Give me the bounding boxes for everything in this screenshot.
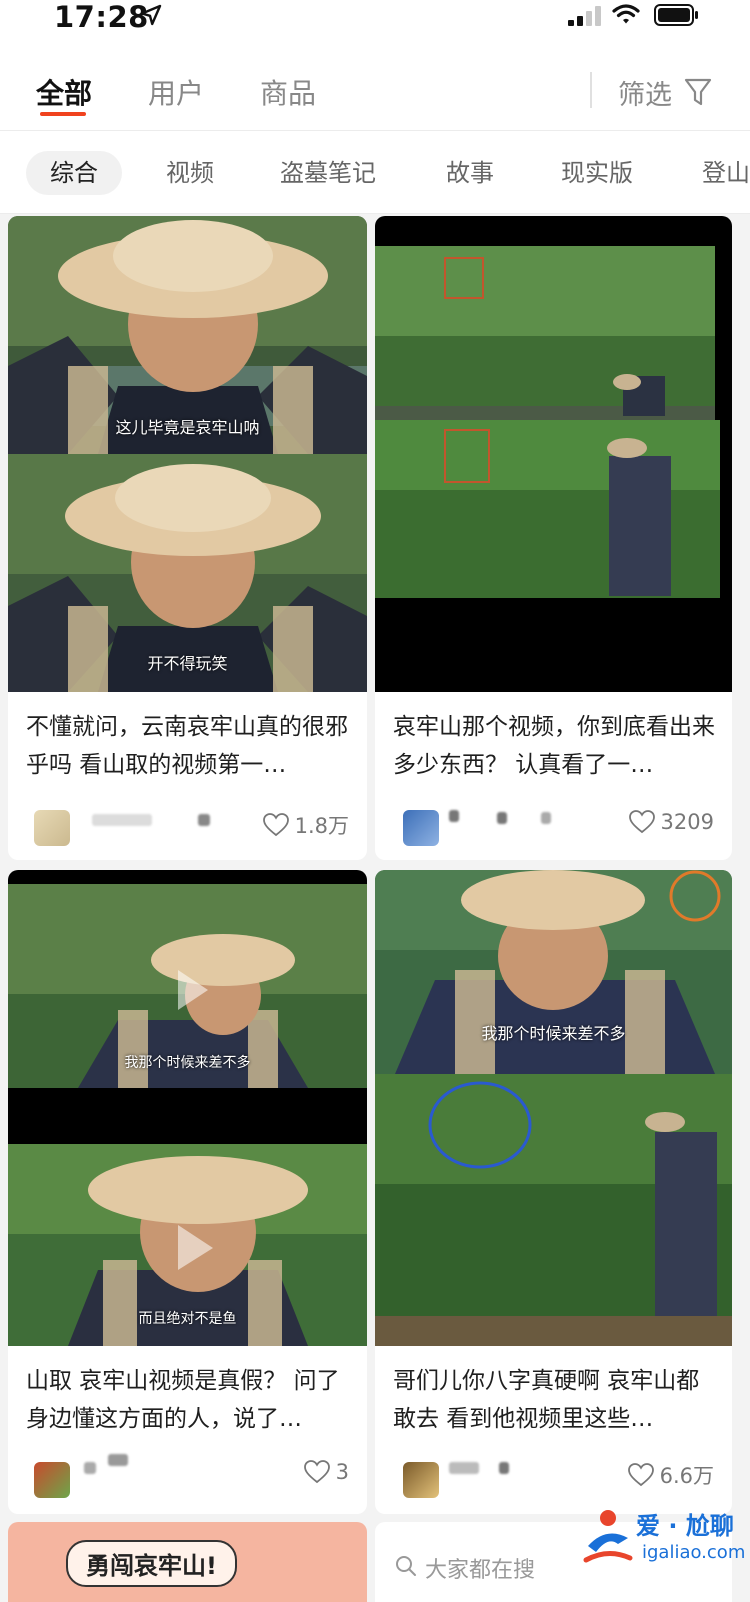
funnel-icon — [684, 78, 712, 106]
chip-comprehensive[interactable]: 综合 — [26, 151, 122, 195]
chip-video[interactable]: 视频 — [166, 151, 214, 195]
card-thumbnail: 这儿毕竟是哀牢山呐 开不得玩笑 — [8, 216, 367, 692]
author-avatar[interactable] — [403, 810, 439, 846]
author-name-blurred — [92, 814, 152, 826]
author-name-blurred — [499, 1462, 509, 1474]
author-name-blurred — [108, 1454, 128, 1466]
chip-real-version[interactable]: 现实版 — [561, 151, 633, 195]
heart-icon — [627, 1463, 654, 1487]
card-thumbnail — [375, 216, 732, 692]
heart-icon — [262, 813, 289, 837]
watermark-url: igaliao.com — [642, 1542, 746, 1563]
chip-story[interactable]: 故事 — [446, 151, 494, 195]
author-name-blurred — [449, 1462, 479, 1474]
category-chip-row: 综合 视频 盗墓笔记 故事 现实版 登山 — [0, 131, 750, 214]
tab-products[interactable]: 商品 — [260, 72, 316, 112]
status-time: 17:28 — [54, 0, 149, 34]
video-subtitle: 我那个时候来差不多 — [124, 1055, 251, 1071]
like-count-value: 3 — [335, 1460, 349, 1484]
author-name-blurred — [198, 814, 210, 826]
site-watermark: 爱 · 尬聊 igaliao.com — [578, 1500, 748, 1578]
chip-tomb-notes[interactable]: 盗墓笔记 — [280, 151, 376, 195]
card-title: 哥们儿你八字真硬啊 哀牢山都敢去 看到他视频里这些… — [393, 1368, 700, 1432]
video-subtitle: 开不得玩笑 — [147, 654, 228, 673]
author-name-blurred — [541, 812, 551, 824]
result-card[interactable]: 哀牢山那个视频，你到底看出来多少东西？ 认真看了一… 3209 — [375, 216, 732, 860]
active-tab-indicator — [40, 112, 86, 116]
card-thumbnail: 我那个时候来差不多 — [375, 870, 732, 1346]
author-name-blurred — [449, 810, 459, 822]
like-count[interactable]: 6.6万 — [627, 1460, 714, 1490]
like-count[interactable]: 3 — [303, 1460, 349, 1484]
tab-users[interactable]: 用户 — [148, 72, 204, 112]
trending-search-label: 大家都在搜 — [425, 1558, 536, 1583]
tab-all[interactable]: 全部 — [36, 72, 92, 112]
search-icon — [396, 1556, 416, 1576]
wifi-icon — [612, 4, 640, 24]
filter-divider — [590, 72, 592, 108]
card-title: 不懂就问，云南哀牢山真的很邪乎吗 看山取的视频第一… — [26, 714, 348, 778]
chip-climbing[interactable]: 登山 — [702, 151, 750, 195]
like-count-value: 3209 — [660, 810, 714, 834]
video-subtitle: 我那个时候来差不多 — [481, 1024, 626, 1043]
result-card[interactable]: 我那个时候来差不多 哥们儿你八字真硬啊 哀牢山都敢去 看到他视频里这些… 6.6… — [375, 870, 732, 1514]
like-count-value: 6.6万 — [659, 1464, 714, 1488]
author-avatar[interactable] — [403, 1462, 439, 1498]
video-subtitle: 而且绝对不是鱼 — [138, 1311, 237, 1327]
like-count[interactable]: 3209 — [628, 810, 714, 834]
watermark-title: 爱 · 尬聊 — [636, 1512, 734, 1540]
promo-card[interactable]: 勇闯哀牢山! — [8, 1522, 367, 1602]
card-thumbnail: 我那个时候来差不多 而且绝对不是鱼 — [8, 870, 367, 1346]
heart-icon — [628, 810, 655, 834]
like-count-value: 1.8万 — [294, 814, 349, 838]
author-name-blurred — [84, 1462, 96, 1474]
promo-text: 勇闯哀牢山! — [66, 1540, 237, 1587]
video-subtitle: 这儿毕竟是哀牢山呐 — [115, 418, 260, 437]
author-avatar[interactable] — [34, 810, 70, 846]
author-name-blurred — [497, 812, 507, 824]
card-title: 山取 哀牢山视频是真假？ 问了身边懂这方面的人，说了… — [26, 1368, 340, 1432]
like-count[interactable]: 1.8万 — [262, 810, 349, 840]
heart-icon — [303, 1460, 330, 1484]
result-card[interactable]: 这儿毕竟是哀牢山呐 开不得玩笑 不懂就问，云南哀牢山真的很邪乎吗 看山取的视频第… — [8, 216, 367, 860]
result-card[interactable]: 我那个时候来差不多 而且绝对不是鱼 山取 哀牢山视频是真假？ 问了身边懂这方面的… — [8, 870, 367, 1514]
watermark-logo-icon — [583, 1510, 633, 1563]
status-bar: 17:28 — [0, 0, 750, 42]
location-arrow-icon — [140, 4, 162, 26]
battery-icon — [654, 4, 698, 26]
card-title: 哀牢山那个视频，你到底看出来多少东西？ 认真看了一… — [393, 714, 715, 778]
cellular-signal-icon — [568, 6, 601, 26]
author-avatar[interactable] — [34, 1462, 70, 1498]
filter-label: 筛选 — [618, 79, 672, 111]
filter-button[interactable]: 筛选 — [618, 72, 712, 112]
